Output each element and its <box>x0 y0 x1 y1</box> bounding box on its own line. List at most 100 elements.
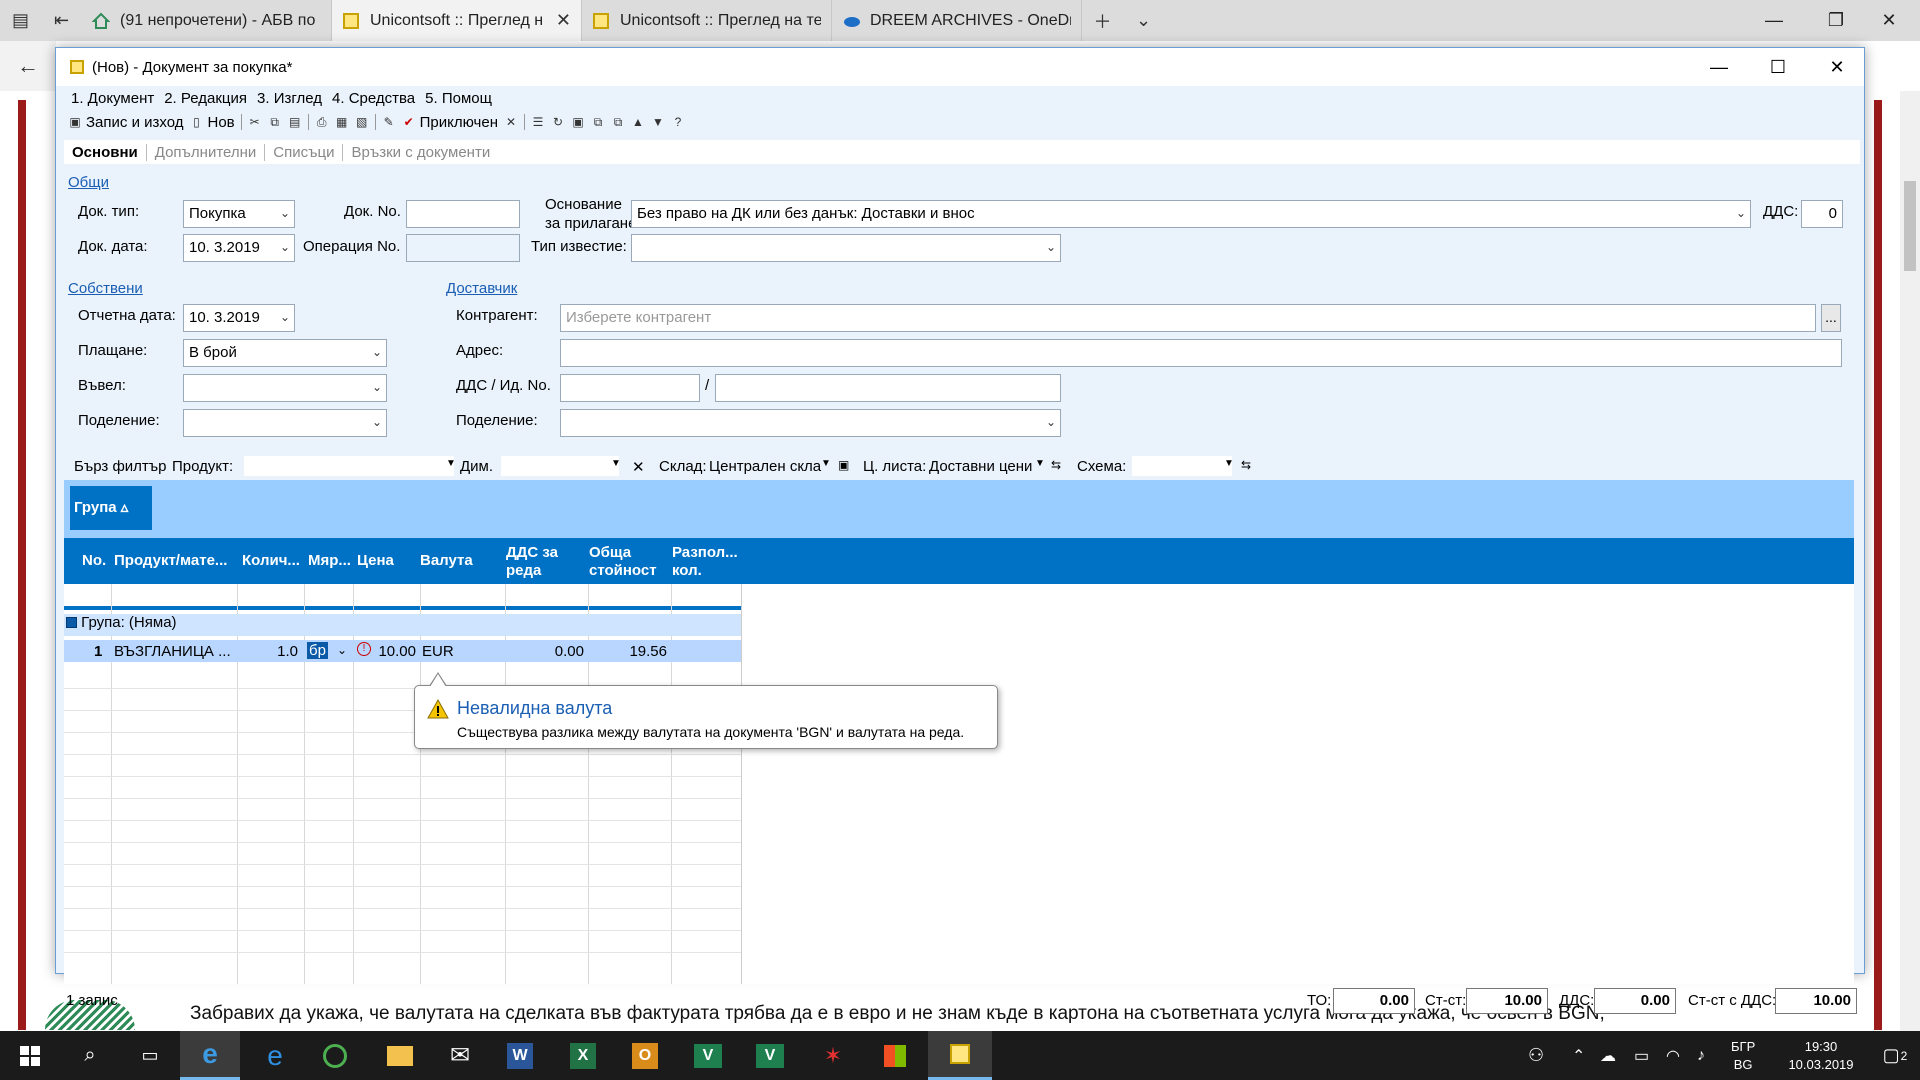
close-tab-icon[interactable]: ✕ <box>556 10 571 31</box>
items-grid[interactable]: Група: (Няма) 1 ВЪЗГЛАНИЦА ... 1.0 бр ⌄ … <box>64 584 1854 984</box>
doc-no-input[interactable] <box>406 200 520 228</box>
row-qty[interactable]: 1.0 <box>238 643 298 660</box>
chevron-down-icon[interactable]: ▼ <box>1035 458 1045 469</box>
section-supplier[interactable]: Доставчик <box>446 280 517 297</box>
browser-tab[interactable]: (91 непрочетени) - АБВ по <box>82 0 332 41</box>
group-column-chip[interactable]: Група ▵ <box>70 486 152 530</box>
address-input[interactable] <box>560 339 1842 367</box>
col-currency[interactable]: Валута <box>420 552 473 570</box>
tab-document-links[interactable]: Връзки с документи <box>343 144 498 161</box>
tab-main[interactable]: Основни <box>64 143 147 161</box>
section-own[interactable]: Собствени <box>68 280 143 297</box>
search-icon[interactable]: ⌕ <box>60 1031 120 1080</box>
tab-lists[interactable]: Списъци <box>265 143 344 161</box>
refresh-icon[interactable]: ↻ <box>551 115 565 129</box>
grid-filter-row[interactable] <box>64 584 741 610</box>
row-price[interactable]: 10.00 <box>364 643 416 660</box>
cut-icon[interactable]: ✂ <box>248 115 262 129</box>
copy-icon[interactable]: ⧉ <box>268 115 282 129</box>
list-icon[interactable]: ☰ <box>531 115 545 129</box>
task-view-icon[interactable]: ▭ <box>120 1031 180 1080</box>
own-division-select[interactable]: ⌄ <box>183 409 387 437</box>
partner-input[interactable]: Изберете контрагент <box>560 304 1816 332</box>
new-tab-icon[interactable]: ＋ <box>1082 0 1123 41</box>
col-product[interactable]: Продукт/мате... <box>114 552 227 570</box>
copy-doc-icon[interactable]: ⧉ <box>591 115 605 129</box>
attach-icon[interactable]: ▣ <box>571 115 585 129</box>
warehouse-value[interactable]: Централен скла <box>709 458 821 475</box>
browser-tab[interactable]: Unicontsoft :: Преглед на те <box>582 0 832 41</box>
price-list-filter-icon[interactable]: ⇆ <box>1051 458 1061 472</box>
col-unit[interactable]: Мяр... <box>308 552 351 570</box>
print-icon[interactable]: ⎙ <box>315 115 329 129</box>
notice-type-select[interactable]: ⌄ <box>631 234 1061 262</box>
row-unit[interactable]: бр <box>307 642 328 659</box>
close-window-icon[interactable]: ✕ <box>1858 0 1920 41</box>
col-price[interactable]: Цена <box>357 552 394 570</box>
browser-tab-active[interactable]: Unicontsoft :: Преглед н ✕ <box>332 0 582 41</box>
price-list-value[interactable]: Доставни цени <box>929 458 1032 475</box>
menu-help[interactable]: 5. Помощ <box>425 90 492 107</box>
chevron-down-icon[interactable]: ▼ <box>821 458 831 469</box>
delete-icon[interactable]: ✕ <box>504 115 518 129</box>
doc-date-picker[interactable]: 10. 3.2019 ⌄ <box>183 234 295 262</box>
col-vat-row[interactable]: ДДС за реда <box>506 544 566 580</box>
paste-icon[interactable]: ▤ <box>288 115 302 129</box>
people-icon[interactable]: ⚇ <box>1528 1031 1544 1080</box>
row-currency[interactable]: EUR <box>422 643 454 660</box>
vat-input[interactable]: 0 <box>1801 200 1843 228</box>
battery-icon[interactable]: ▭ <box>1634 1031 1649 1080</box>
chevron-down-icon[interactable]: ▼ <box>1224 458 1234 469</box>
chevron-down-icon[interactable]: ▼ <box>611 458 621 469</box>
edit-doc-icon[interactable]: ✎ <box>382 115 396 129</box>
warehouse-settings-icon[interactable]: ▣ <box>838 458 849 472</box>
wifi-icon[interactable]: ◠ <box>1666 1031 1680 1080</box>
section-general[interactable]: Общи <box>68 174 109 191</box>
taskbar-outlook[interactable]: O <box>615 1031 675 1080</box>
save-exit-button[interactable]: ▣ Запис и изход <box>68 114 183 131</box>
tab-additional[interactable]: Допълнителни <box>147 143 266 161</box>
taskbar-app-star[interactable]: ✶ <box>803 1031 863 1080</box>
onedrive-icon[interactable]: ☁ <box>1600 1031 1616 1080</box>
menu-tools[interactable]: 4. Средства <box>332 90 415 107</box>
taskbar-store[interactable] <box>865 1031 925 1080</box>
tab-list-chevron-icon[interactable]: ⌄ <box>1123 0 1164 41</box>
unit-dropdown-chevron-icon[interactable]: ⌄ <box>337 643 347 657</box>
dim-filter-input[interactable] <box>501 456 619 476</box>
basis-select[interactable]: Без право на ДК или без данък: Доставки … <box>631 200 1751 228</box>
arrow-up-icon[interactable]: ▲ <box>631 115 645 129</box>
clone-doc-icon[interactable]: ⧉ <box>611 115 625 129</box>
taskbar-app-v1[interactable]: V <box>678 1031 738 1080</box>
taskbar-mail[interactable]: ✉ <box>430 1031 490 1080</box>
col-qty[interactable]: Колич... <box>242 552 300 570</box>
product-filter-input[interactable] <box>244 456 454 476</box>
browse-partner-button[interactable]: ... <box>1821 304 1841 332</box>
volume-icon[interactable]: ♪ <box>1697 1031 1705 1080</box>
vat-id-input[interactable] <box>560 374 700 402</box>
col-available[interactable]: Разпол... кол. <box>672 544 742 580</box>
scheme-filter-icon[interactable]: ⇆ <box>1241 458 1251 472</box>
taskbar-word[interactable]: W <box>490 1031 550 1080</box>
clear-filter-icon[interactable]: ✕ <box>632 458 645 476</box>
collapse-group-icon[interactable] <box>66 617 77 628</box>
help-icon[interactable]: ? <box>671 115 685 129</box>
grid-group-row[interactable]: Група: (Няма) <box>64 614 741 636</box>
export-icon[interactable]: ▧ <box>355 115 369 129</box>
dialog-maximize-icon[interactable]: ☐ <box>1749 48 1807 86</box>
show-hidden-icons-chevron-icon[interactable]: ⌃ <box>1572 1031 1585 1080</box>
page-scrollbar[interactable] <box>1900 91 1920 1031</box>
dialog-minimize-icon[interactable]: — <box>1690 48 1748 86</box>
taskbar-ie[interactable]: e <box>245 1031 305 1080</box>
taskbar-edge[interactable]: e <box>180 1031 240 1080</box>
chevron-down-icon[interactable]: ▼ <box>446 458 456 469</box>
taskbar-unicontsoft[interactable] <box>928 1031 992 1080</box>
action-center-button[interactable]: ▢ 2 <box>1876 1031 1914 1080</box>
scheme-input[interactable] <box>1132 456 1232 476</box>
menu-edit[interactable]: 2. Редакция <box>164 90 247 107</box>
minimize-icon[interactable]: — <box>1743 0 1805 41</box>
menu-document[interactable]: 1. Документ <box>71 90 154 107</box>
taskbar-app-v2[interactable]: V <box>740 1031 800 1080</box>
supplier-division-select[interactable]: ⌄ <box>560 409 1061 437</box>
scroll-thumb[interactable] <box>1904 181 1916 271</box>
doc-type-select[interactable]: Покупка ⌄ <box>183 200 295 228</box>
